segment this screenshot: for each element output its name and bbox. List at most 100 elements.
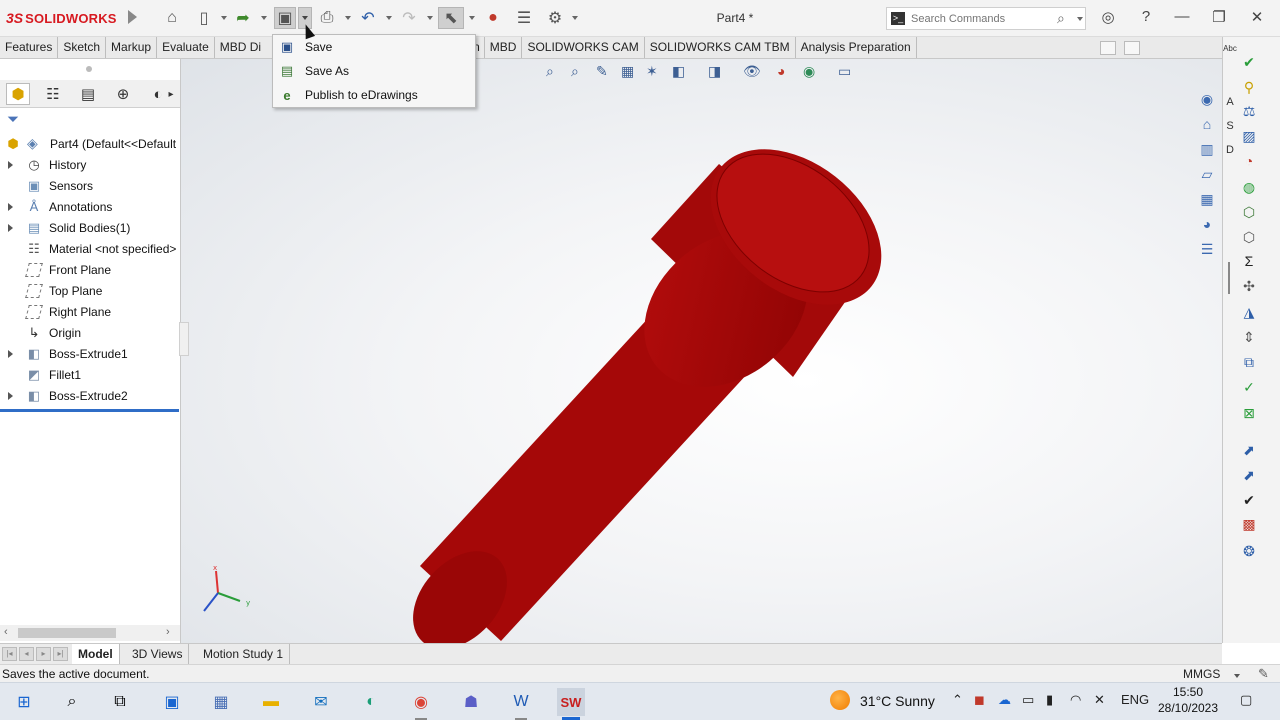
view-orientation-icon[interactable]: ◧ xyxy=(672,63,685,83)
tab-evaluate[interactable]: Evaluate xyxy=(157,37,215,58)
open-dropdown-icon[interactable] xyxy=(261,16,267,20)
zoom-to-area-icon[interactable]: ⌕ xyxy=(571,63,579,83)
first-tab-icon[interactable]: |◂ xyxy=(2,647,17,661)
search-dropdown-icon[interactable] xyxy=(1077,17,1083,21)
tree-item-front-plane[interactable]: Front Plane xyxy=(0,259,180,280)
tab-sketch[interactable]: Sketch xyxy=(58,37,107,58)
home-icon[interactable]: ⌂ xyxy=(161,7,183,29)
weather-sun-icon[interactable] xyxy=(830,690,850,710)
redo-dropdown-icon[interactable] xyxy=(427,16,433,20)
simulation-xpress-icon[interactable]: ⬈ xyxy=(1239,440,1259,460)
tree-item-boss-extrude1[interactable]: ◧ Boss-Extrude1 xyxy=(0,343,180,364)
expand-arrow-icon[interactable] xyxy=(8,223,13,232)
tab-markup[interactable]: Markup xyxy=(106,37,158,58)
outlook-icon[interactable]: ✉ xyxy=(307,688,335,716)
costing-icon[interactable]: ▩ xyxy=(1239,514,1259,534)
expand-arrow-icon[interactable] xyxy=(8,391,13,400)
windows-start-icon[interactable]: ⊞ xyxy=(10,688,38,716)
checklist-icon[interactable]: ✔ xyxy=(1239,490,1259,510)
expand-arrow-icon[interactable] xyxy=(8,349,13,358)
undo-dropdown-icon[interactable] xyxy=(386,16,392,20)
search-input[interactable] xyxy=(911,10,1051,27)
tab-mbd-dimensions[interactable]: MBD Di xyxy=(215,37,277,58)
equations-icon[interactable]: Σ xyxy=(1239,251,1259,271)
tree-item-fillet1[interactable]: ◩ Fillet1 xyxy=(0,364,180,385)
edit-appearance-icon[interactable]: ◕ xyxy=(777,63,785,83)
task-pane-tab-a[interactable]: A xyxy=(1223,96,1237,120)
volume-muted-icon[interactable]: ✕ xyxy=(1094,692,1105,708)
view-globe-icon[interactable]: ◉ xyxy=(1196,88,1218,110)
rebuild-icon[interactable]: ● xyxy=(482,7,504,29)
expand-arrow-icon[interactable] xyxy=(8,202,13,211)
options-dropdown-icon[interactable] xyxy=(572,16,578,20)
chrome-browser-icon[interactable]: ◉ xyxy=(407,688,435,720)
teams-icon[interactable]: ☗ xyxy=(457,688,485,716)
sensor-icon[interactable]: ◔ xyxy=(1239,151,1259,171)
open-icon[interactable]: ➦ xyxy=(232,7,254,29)
view-appearances-icon[interactable]: ◕ xyxy=(1196,213,1218,235)
apply-scene-icon[interactable]: ◉ xyxy=(803,63,815,83)
close-window-icon[interactable]: ✕ xyxy=(1246,8,1268,28)
task-pane-tab-abc[interactable]: Abc xyxy=(1223,44,1237,68)
select-dropdown-icon[interactable] xyxy=(469,16,475,20)
new-dropdown-icon[interactable] xyxy=(221,16,227,20)
compare-documents-icon[interactable]: ⧉ xyxy=(1239,352,1259,372)
view-palette-icon[interactable]: ▦ xyxy=(1196,188,1218,210)
new-document-icon[interactable]: ▯ xyxy=(193,7,215,29)
display-style-icon[interactable]: ◨ xyxy=(708,63,721,83)
tree-root-part[interactable]: ⬢ ◈ Part4 (Default<<Default xyxy=(0,133,180,154)
view-design-library-icon[interactable]: ▥ xyxy=(1196,138,1218,160)
pane-splitter-handle[interactable] xyxy=(179,322,189,356)
tray-app-icon[interactable]: ◼ xyxy=(974,692,985,708)
filter-icon[interactable]: ⏷ xyxy=(7,111,19,128)
file-explorer-icon[interactable]: ▬ xyxy=(257,688,285,716)
sustainability-icon[interactable]: ❂ xyxy=(1239,541,1259,561)
viewport-link-icon[interactable] xyxy=(1124,41,1140,55)
expand-arrow-icon[interactable] xyxy=(8,160,13,169)
undo-icon[interactable]: ↶ xyxy=(357,7,379,29)
tab-3d-views[interactable]: 3D Views xyxy=(126,644,190,665)
rollback-bar[interactable] xyxy=(0,409,179,412)
tree-item-top-plane[interactable]: Top Plane xyxy=(0,280,180,301)
notifications-icon[interactable]: ▢ xyxy=(1240,692,1252,708)
word-icon[interactable]: W xyxy=(507,688,535,720)
menu-item-publish-edrawings[interactable]: e Publish to eDrawings xyxy=(274,84,474,106)
user-account-icon[interactable]: ◎ xyxy=(1097,8,1119,28)
scroll-left-icon[interactable]: ‹ xyxy=(4,626,8,638)
tabs-scroll-right-icon[interactable]: ▸ xyxy=(165,83,177,105)
view-file-explorer-icon[interactable]: ▱ xyxy=(1196,163,1218,185)
solidworks-taskbar-icon[interactable]: SW xyxy=(557,688,585,720)
part-model[interactable] xyxy=(181,59,1222,643)
tree-item-annotations[interactable]: Å Annotations xyxy=(0,196,180,217)
section-properties-icon[interactable]: ▨ xyxy=(1239,126,1259,146)
minimize-window-icon[interactable]: — xyxy=(1171,8,1193,28)
view-home-icon[interactable]: ⌂ xyxy=(1196,113,1218,135)
tree-item-right-plane[interactable]: Right Plane xyxy=(0,301,180,322)
mass-properties-icon[interactable]: ⚖ xyxy=(1239,101,1259,121)
draft-analysis-icon[interactable]: ◮ xyxy=(1239,302,1259,322)
previous-tab-icon[interactable]: ◂ xyxy=(19,647,34,661)
save-icon[interactable]: ▣ xyxy=(274,7,296,29)
calculator-app-icon[interactable]: ▦ xyxy=(207,688,235,716)
scroll-right-icon[interactable]: › xyxy=(166,626,170,638)
menu-item-save[interactable]: ▣ Save xyxy=(274,36,474,58)
task-pane-tab-s[interactable]: S xyxy=(1223,120,1237,144)
wifi-icon[interactable]: ◠ xyxy=(1070,692,1081,708)
print-dropdown-icon[interactable] xyxy=(345,16,351,20)
solidworks-logo[interactable]: 3S SOLIDWORKS xyxy=(6,8,117,28)
unit-system-selector[interactable]: MMGS xyxy=(1183,667,1220,681)
menu-expand-arrow-icon[interactable] xyxy=(128,10,137,24)
task-view-icon[interactable]: ⧉ xyxy=(106,688,134,716)
last-tab-icon[interactable]: ▸| xyxy=(53,647,68,661)
floxpress-icon[interactable]: ⬈ xyxy=(1239,465,1259,485)
check-icon[interactable]: ◍ xyxy=(1239,177,1259,197)
measure-icon[interactable]: ⚲ xyxy=(1239,77,1259,97)
tab-solidworks-cam[interactable]: SOLIDWORKS CAM xyxy=(522,37,645,58)
search-icon[interactable]: ⌕ xyxy=(1057,10,1065,27)
tab-model[interactable]: Model xyxy=(72,644,120,665)
pane-grip-icon[interactable] xyxy=(86,66,92,72)
tab-mbd[interactable]: MBD xyxy=(485,37,523,58)
hide-show-items-icon[interactable]: 👁 xyxy=(743,63,761,83)
tree-item-solid-bodies[interactable]: ▤ Solid Bodies(1) xyxy=(0,217,180,238)
import-diagnostics-icon[interactable]: ⬡ xyxy=(1239,227,1259,247)
